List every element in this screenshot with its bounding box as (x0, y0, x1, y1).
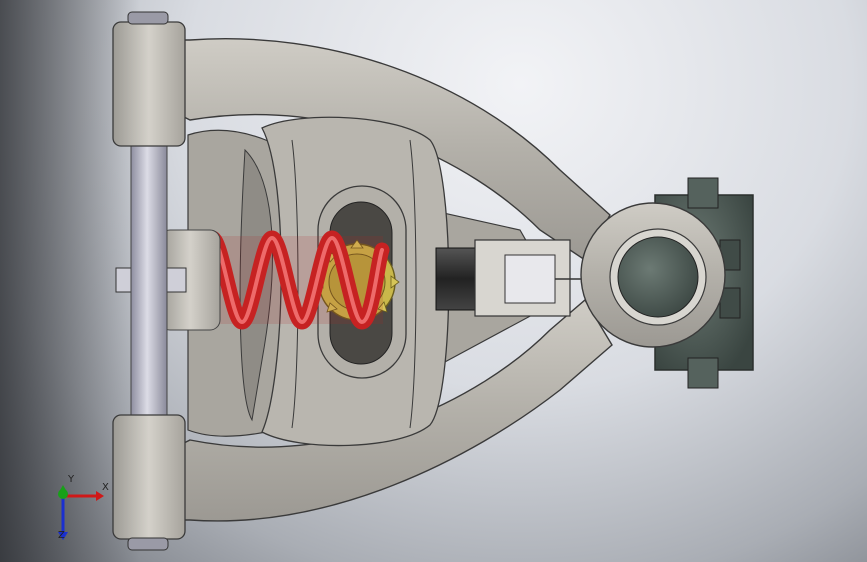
damper-end-cap (504, 254, 556, 304)
z-axis-label: Z (58, 530, 65, 541)
upper-bushing[interactable] (112, 11, 186, 147)
x-axis-label: X (102, 482, 109, 493)
view-orientation-triad: X Y Z (48, 474, 118, 544)
lower-bushing[interactable] (112, 414, 186, 551)
coil-spring[interactable] (204, 230, 390, 330)
graphics-viewport[interactable]: X Y Z (0, 0, 867, 562)
a-arm-assembly-model[interactable] (0, 0, 867, 562)
y-axis-label: Y (68, 474, 75, 485)
ball-joint-eye[interactable] (580, 202, 726, 348)
